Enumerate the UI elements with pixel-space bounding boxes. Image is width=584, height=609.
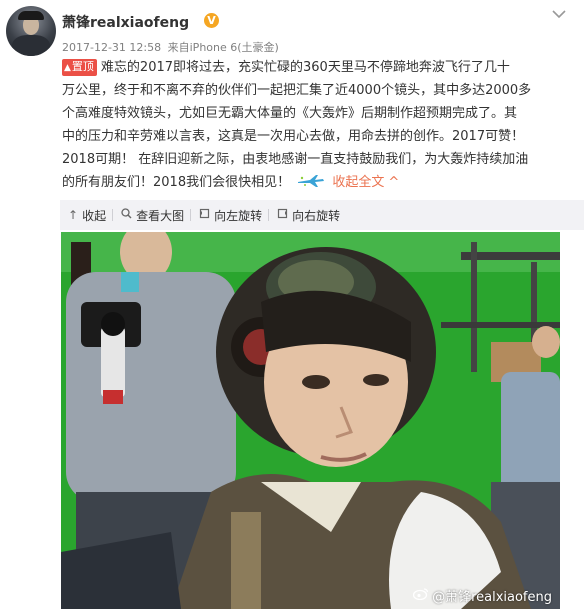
collapse-full-text-link[interactable]: 收起全文 [332,175,384,190]
avatar-hat [18,11,44,20]
media-toolbar: ↑ 收起 查看大图 向左旋转 向右旋转 [60,200,584,230]
airplane-icon [296,173,326,187]
post-text: 难忘的2017即将过去，充实忙碌的360天里马不停蹄地奔波飞行了几十 [100,60,510,75]
rotate-right-icon [277,208,288,222]
search-icon [121,208,132,222]
rotate-left-icon [199,208,210,222]
photo-illustration [61,232,560,609]
post-line-3: 个高难度特效镜头，尤如巨无霸大体量的《大轰炸》后期制作超预期完成了。其 [62,106,518,121]
photo-watermark: @萧锋realxiaofeng [412,586,552,605]
via-prefix: 来自 [167,41,190,54]
arrow-up-icon: ▲ [64,63,71,73]
weibo-icon [412,587,429,604]
avatar[interactable] [6,6,56,56]
chevron-down-icon[interactable] [548,4,570,24]
collapse-button[interactable]: ↑ 收起 [60,207,112,224]
post-line-4: 中的压力和辛劳难以言表，这真是一次用心去做，用命去拼的创作。2017可赞！ [62,129,525,144]
avatar-body [12,35,50,56]
rotate-left-button[interactable]: 向左旋转 [191,207,268,224]
rotate-right-button[interactable]: 向右旋转 [269,207,346,224]
verified-badge-icon: V [204,13,219,28]
pinned-badge: ▲置顶 [62,59,97,76]
arrow-up-icon: ↑ [68,208,79,222]
username[interactable]: 萧锋realxiaofeng [62,12,189,32]
photo-container: @萧锋realxiaofeng [61,232,560,609]
post-line-1: ▲置顶 难忘的2017即将过去，充实忙碌的360天里马不停蹄地奔波飞行了几十 [62,56,562,79]
post-line-5: 2018可期！ 在辞旧迎新之际，由衷地感谢一直支持鼓励我们，为大轰炸持续加油 [62,152,529,167]
post-photo[interactable]: @萧锋realxiaofeng [61,232,560,609]
timestamp[interactable]: 2017-12-31 12:58 [62,41,161,54]
view-large-image-button[interactable]: 查看大图 [113,207,190,224]
post-line-6: 的所有朋友们！2018我们会很快相见！ 收起全文 ^ [62,173,400,190]
post-content: ▲置顶 难忘的2017即将过去，充实忙碌的360天里马不停蹄地奔波飞行了几十 万公… [62,56,562,194]
post-line-2: 万公里，终于和不离不弃的伙伴们一起把汇集了近4000个镜头，其中多达2000多 [62,83,532,98]
post-meta: 2017-12-31 12:58 来自iPhone 6(土豪金) [62,39,279,55]
caret-up-icon[interactable]: ^ [388,175,399,190]
device-source[interactable]: iPhone 6(土豪金) [190,41,279,54]
